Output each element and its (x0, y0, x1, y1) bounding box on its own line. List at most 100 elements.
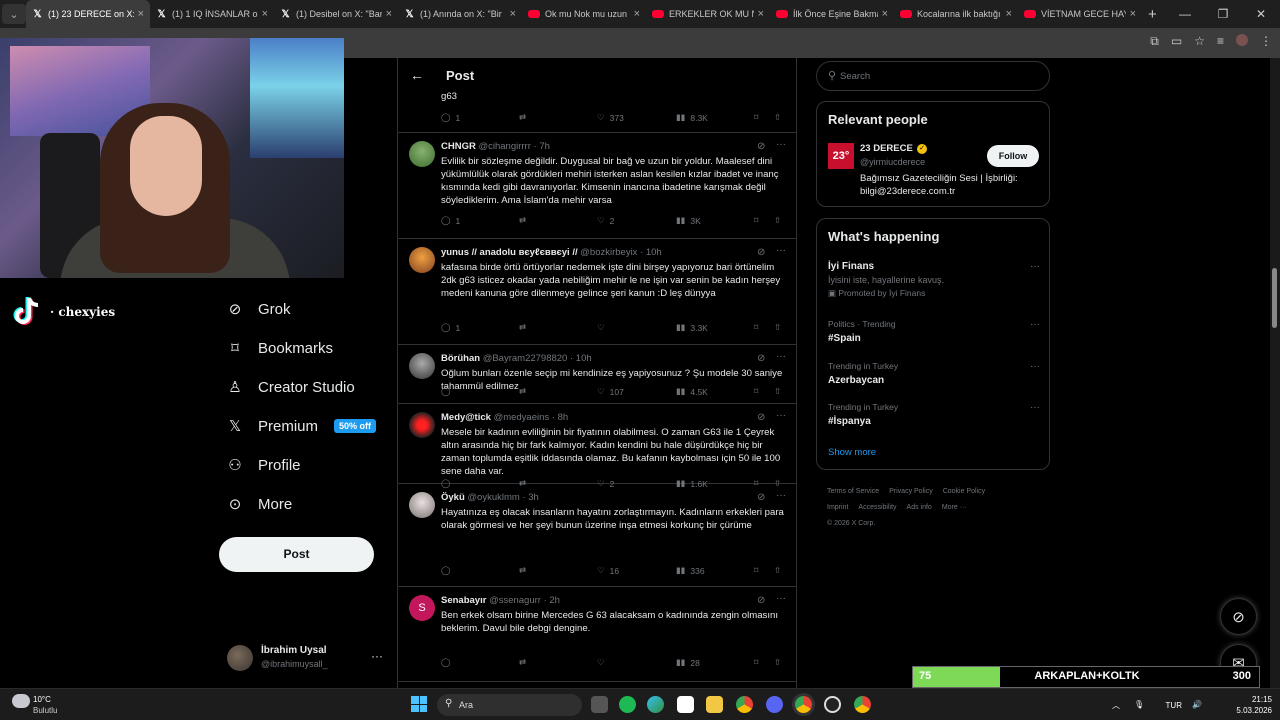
spotify-icon[interactable] (619, 696, 636, 713)
restore-button[interactable]: ❐ (1204, 0, 1242, 28)
close-tab-icon[interactable]: × (1130, 8, 1136, 20)
reply-button[interactable]: ◯ 1 (441, 112, 460, 123)
author-name[interactable]: Medy@tick (441, 412, 491, 423)
share-button[interactable]: ⇧ (774, 565, 781, 576)
close-tab-icon[interactable]: × (634, 8, 640, 20)
avatar[interactable] (409, 247, 435, 273)
views-button[interactable]: ▮▮ 28 (676, 657, 700, 668)
profile-avatar[interactable] (1236, 34, 1248, 46)
more-dots-icon[interactable]: ··· (776, 490, 786, 501)
footer-link[interactable]: Accessibility (858, 504, 896, 511)
close-tab-icon[interactable]: × (510, 8, 516, 20)
footer-link[interactable]: More ··· (942, 504, 967, 511)
browser-tab[interactable]: 𝕏 (1) Anında on X: "Bir × (398, 0, 522, 28)
nav-item-creator-studio[interactable]: ♙ Creator Studio (226, 378, 354, 397)
tweet[interactable]: yunus // anadolu вєуℓєввєуі // @bozkirbe… (398, 239, 796, 345)
browser-tab[interactable]: ERKEKLER OK MU NOK × (646, 0, 770, 28)
microphone-icon[interactable]: 🎙 (1134, 700, 1144, 709)
browser-tab[interactable]: VİETNAM GECE HAYA × (1018, 0, 1142, 28)
footer-link[interactable]: Imprint (827, 504, 848, 511)
taskbar-search[interactable]: ⚲ Ara (437, 694, 582, 716)
tweet[interactable]: S Senabayır @ssenagurr · 2h ⊘ ··· Ben er… (398, 587, 796, 682)
repost-button[interactable]: ⇄ (519, 657, 531, 668)
post-button[interactable]: Post (219, 537, 374, 572)
grok-icon[interactable]: ⊘ (757, 141, 765, 152)
browser-tab[interactable]: İlk Önce Eşine Bakma × (770, 0, 894, 28)
bookmark-button[interactable]: ⌑ (754, 112, 758, 123)
cast-icon[interactable]: ▭ (1171, 34, 1182, 49)
more-dots-icon[interactable]: ··· (776, 351, 786, 362)
more-dots-icon[interactable]: ··· (776, 139, 786, 150)
trend-item[interactable]: Trending in Turkey #İspanya ··· (828, 402, 1040, 427)
minimize-button[interactable]: — (1166, 0, 1204, 28)
bookmark-button[interactable]: ⌑ (754, 565, 758, 576)
footer-link[interactable]: Cookie Policy (943, 488, 985, 495)
avatar[interactable]: S (409, 595, 435, 621)
trend-item-promoted[interactable]: İyi Finans İyisini iste, hayallerine kav… (828, 261, 1040, 299)
grok-icon[interactable]: ⊘ (757, 247, 765, 258)
new-tab-button[interactable]: + (1148, 6, 1157, 23)
footer-link[interactable]: Ads info (907, 504, 932, 511)
browser-tab[interactable]: Kocalarına ilk baktığı × (894, 0, 1018, 28)
reply-button[interactable]: ◯ 1 (441, 322, 460, 333)
windows-start-icon[interactable] (411, 696, 427, 712)
close-tab-icon[interactable]: × (262, 8, 268, 20)
nav-item-grok[interactable]: ⊘ Grok (226, 300, 291, 319)
reply-button[interactable]: ◯ 1 (441, 215, 460, 226)
nav-item-premium[interactable]: 𝕏 Premium 50% off (226, 417, 377, 435)
author-name[interactable]: Öykü (441, 492, 465, 503)
grok-icon[interactable]: ⊘ (757, 353, 765, 364)
repost-button[interactable]: ⇄ (519, 112, 526, 123)
author-name[interactable]: Börühan (441, 353, 480, 364)
input-language[interactable]: TUR (1166, 701, 1182, 710)
avatar[interactable] (409, 141, 435, 167)
edge-icon[interactable] (647, 696, 664, 713)
nav-item-profile[interactable]: ⚇ Profile (226, 456, 300, 475)
share-button[interactable]: ⇧ (774, 657, 781, 668)
page-scrollbar[interactable] (1270, 58, 1280, 688)
like-button[interactable]: ♡ (597, 322, 610, 333)
scroll-thumb[interactable] (1272, 268, 1277, 328)
repost-button[interactable]: ⇄ (519, 215, 531, 226)
bookmark-button[interactable]: ⌑ (754, 322, 758, 333)
like-button[interactable]: ♡ (597, 657, 610, 668)
browser-menu-icon[interactable]: ⋮ (1260, 34, 1272, 49)
browser-tab[interactable]: 𝕏 (1) 23 DERECE on X: " × (26, 0, 150, 28)
weather-cloud-icon[interactable] (12, 694, 30, 708)
account-switcher[interactable]: İbrahim Uysal @ibrahimuysall_ ··· (227, 643, 387, 673)
relevant-person-name[interactable]: 23 DERECE (860, 143, 913, 154)
bookmark-button[interactable]: ⌑ (754, 215, 758, 226)
back-arrow-icon[interactable]: ← (410, 67, 424, 83)
browser-tab[interactable]: 𝕏 (1) 1 IQ İNSANLAR on X × (150, 0, 274, 28)
bookmark-button[interactable]: ⌑ (754, 657, 758, 668)
tab-search-button[interactable]: ⌄ (2, 4, 26, 24)
clock-date[interactable]: 5.03.2026 (1212, 706, 1272, 715)
repost-button[interactable]: ⇄ (519, 565, 531, 576)
close-window-button[interactable]: ✕ (1242, 0, 1280, 28)
views-button[interactable]: ▮▮ 3.3K (676, 322, 708, 333)
avatar[interactable] (409, 412, 435, 438)
views-button[interactable]: ▮▮ 336 (676, 565, 705, 576)
browser-tab[interactable]: Ok mu Nok mu uzun × (522, 0, 646, 28)
avatar[interactable] (409, 353, 435, 379)
grok-icon[interactable]: ⊘ (757, 595, 765, 606)
repost-button[interactable]: ⇄ (519, 322, 531, 333)
file-explorer-icon[interactable] (706, 696, 723, 713)
more-dots-icon[interactable]: ··· (1030, 361, 1040, 372)
views-button[interactable]: ▮▮ 4.5K (676, 386, 708, 397)
author-name[interactable]: yunus // anadolu вєуℓєввєуі // (441, 247, 578, 258)
translate-icon[interactable]: ⧉ (1150, 34, 1159, 49)
avatar[interactable] (409, 492, 435, 518)
follow-button[interactable]: Follow (987, 145, 1039, 167)
browser-tab[interactable]: 𝕏 (1) Desibel on X: "Bar × (274, 0, 398, 28)
discord-icon[interactable] (766, 696, 783, 713)
author-name[interactable]: Senabayır (441, 595, 486, 606)
author-name[interactable]: CHNGR (441, 141, 476, 152)
more-dots-icon[interactable]: ··· (776, 245, 786, 256)
obs-icon[interactable] (824, 696, 841, 713)
close-tab-icon[interactable]: × (758, 8, 764, 20)
chrome-icon[interactable] (854, 696, 871, 713)
volume-icon[interactable]: 🔊 (1192, 700, 1202, 709)
close-tab-icon[interactable]: × (882, 8, 888, 20)
trend-item[interactable]: Trending in Turkey Azerbaycan ··· (828, 361, 1040, 386)
